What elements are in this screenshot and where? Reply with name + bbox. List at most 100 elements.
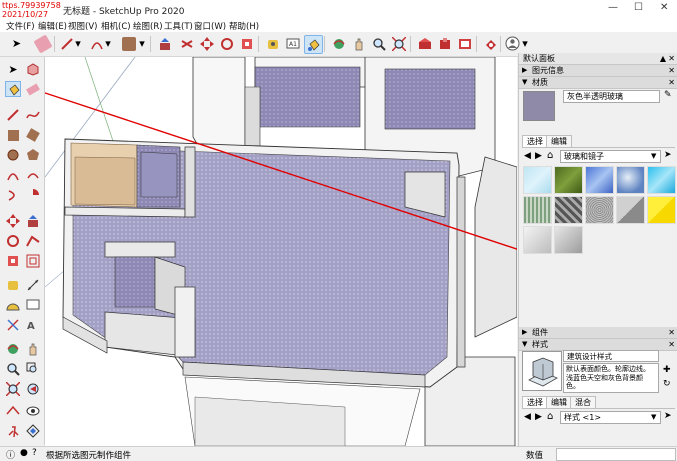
- scale-tool-icon[interactable]: [238, 35, 255, 52]
- close-components-icon[interactable]: ✕: [668, 327, 675, 338]
- home-icon[interactable]: ⌂: [547, 150, 553, 161]
- zoom-extents-icon[interactable]: [390, 35, 407, 52]
- move-tool-icon[interactable]: [198, 35, 215, 52]
- menu-edit[interactable]: 编辑(E): [38, 20, 67, 32]
- rectangle-tool-icon[interactable]: [120, 35, 137, 52]
- material-collection-select[interactable]: 玻璃和镜子: [560, 150, 661, 163]
- minimize-icon[interactable]: —: [608, 2, 618, 13]
- style-collection-select[interactable]: 样式 <1>: [560, 411, 661, 424]
- model-viewport[interactable]: [45, 57, 517, 446]
- polygon-icon[interactable]: [25, 147, 41, 163]
- menu-camera[interactable]: 相机(C): [101, 20, 131, 32]
- orbit-icon[interactable]: [330, 35, 347, 52]
- components-header[interactable]: ▶ 组件 ✕: [519, 327, 677, 339]
- tab-materials-edit[interactable]: 编辑: [546, 135, 572, 147]
- look-around-icon[interactable]: [25, 403, 41, 419]
- create-style-icon[interactable]: ✚: [663, 365, 671, 375]
- pencil-icon[interactable]: [5, 107, 21, 123]
- swatch-translucent-grey[interactable]: [616, 196, 645, 224]
- select-tool-icon[interactable]: ➤: [8, 35, 25, 52]
- close-materials-icon[interactable]: ✕: [668, 77, 675, 88]
- move-icon[interactable]: [5, 213, 21, 229]
- help-icon[interactable]: ?: [32, 448, 37, 458]
- walk-icon[interactable]: [5, 423, 21, 439]
- push-pull-tool-icon[interactable]: [25, 213, 41, 229]
- back-icon[interactable]: ◀: [524, 151, 531, 161]
- follow-me-icon[interactable]: [25, 233, 41, 249]
- previous-view-icon[interactable]: [25, 381, 41, 397]
- swatch-glass-cyan[interactable]: [647, 166, 676, 194]
- menu-tools[interactable]: 工具(T): [164, 20, 193, 32]
- tape-measure-tool-icon[interactable]: [5, 277, 21, 293]
- tab-materials-select[interactable]: 选择: [522, 135, 548, 147]
- update-style-icon[interactable]: ↻: [663, 379, 671, 389]
- send-to-layout-icon[interactable]: [456, 35, 473, 52]
- three-point-arc-icon[interactable]: [5, 187, 21, 203]
- offset-icon[interactable]: [178, 35, 195, 52]
- rotated-rectangle-icon[interactable]: [25, 127, 41, 143]
- account-icon[interactable]: [504, 35, 521, 52]
- collection-dropdown-icon[interactable]: ▼: [651, 152, 656, 160]
- menu-window[interactable]: 窗口(W): [194, 20, 226, 32]
- eraser-tool-icon[interactable]: [25, 81, 41, 97]
- arc-tool-icon[interactable]: [88, 35, 105, 52]
- extension-manager-icon[interactable]: [482, 35, 499, 52]
- tab-styles-mix[interactable]: 混合: [570, 396, 596, 408]
- styles-details-icon[interactable]: ➤: [664, 411, 672, 421]
- zoom-icon[interactable]: [370, 35, 387, 52]
- two-point-arc-icon[interactable]: [25, 167, 41, 183]
- menu-draw[interactable]: 绘图(R): [133, 20, 163, 32]
- arc-icon[interactable]: [5, 167, 21, 183]
- create-material-icon[interactable]: ✎: [664, 90, 675, 103]
- position-camera-icon[interactable]: [5, 403, 21, 419]
- rotate-icon[interactable]: [5, 233, 21, 249]
- text-icon[interactable]: [25, 297, 41, 313]
- close-tray-icon[interactable]: ✕: [668, 53, 675, 64]
- swatch-glass-block[interactable]: [554, 196, 583, 224]
- line-dropdown-icon[interactable]: ▾: [74, 35, 82, 52]
- menu-view[interactable]: 视图(V): [68, 20, 97, 32]
- zoom-window-icon[interactable]: [25, 361, 41, 377]
- menu-file[interactable]: 文件(F): [6, 20, 35, 32]
- swatch-mirror[interactable]: [554, 226, 583, 254]
- measurements-box[interactable]: [556, 448, 676, 461]
- menu-help[interactable]: 帮助(H): [229, 20, 259, 32]
- section-plane-icon[interactable]: [25, 423, 41, 439]
- zoom-extents-tool-icon[interactable]: [5, 381, 21, 397]
- tape-measure-icon[interactable]: [264, 35, 281, 52]
- paint-bucket-icon[interactable]: [304, 35, 323, 54]
- orbit-tool-icon[interactable]: [5, 341, 21, 357]
- circle-icon[interactable]: [5, 147, 21, 163]
- styles-home-icon[interactable]: ⌂: [547, 411, 553, 422]
- zoom-tool-icon[interactable]: [5, 361, 21, 377]
- extension-warehouse-icon[interactable]: [436, 35, 453, 52]
- swatch-glass-clear[interactable]: [523, 166, 552, 194]
- scale-icon[interactable]: [5, 253, 21, 269]
- eraser-icon[interactable]: [32, 33, 53, 54]
- materials-header[interactable]: ▼ 材质 ✕: [519, 77, 677, 89]
- axes-icon[interactable]: [5, 317, 21, 333]
- account-dropdown-icon[interactable]: ▾: [521, 35, 529, 52]
- select-icon[interactable]: ➤: [5, 61, 21, 77]
- push-pull-icon[interactable]: [156, 35, 173, 52]
- arc-dropdown-icon[interactable]: ▾: [104, 35, 112, 52]
- pin-icon[interactable]: ▲: [660, 53, 666, 64]
- forward-icon[interactable]: ▶: [535, 151, 542, 161]
- close-icon[interactable]: ✕: [660, 2, 668, 13]
- 3d-warehouse-icon[interactable]: [416, 35, 433, 52]
- entity-info-header[interactable]: ▶ 图元信息 ✕: [519, 65, 677, 77]
- swatch-mirror-light[interactable]: [523, 226, 552, 254]
- freehand-icon[interactable]: [25, 107, 41, 123]
- close-styles-icon[interactable]: ✕: [668, 339, 675, 350]
- styles-forward-icon[interactable]: ▶: [535, 412, 542, 422]
- rotate-tool-icon[interactable]: [218, 35, 235, 52]
- swatch-glass-yellow[interactable]: [647, 196, 676, 224]
- protractor-icon[interactable]: [5, 297, 21, 313]
- 3d-text-icon[interactable]: A: [25, 317, 41, 333]
- close-entity-info-icon[interactable]: ✕: [668, 65, 675, 76]
- make-component-icon[interactable]: [25, 61, 41, 77]
- offset-tool-icon[interactable]: [25, 253, 41, 269]
- tab-styles-edit[interactable]: 编辑: [546, 396, 572, 408]
- info-icon[interactable]: ⓘ: [6, 448, 15, 461]
- details-icon[interactable]: ➤: [664, 150, 672, 160]
